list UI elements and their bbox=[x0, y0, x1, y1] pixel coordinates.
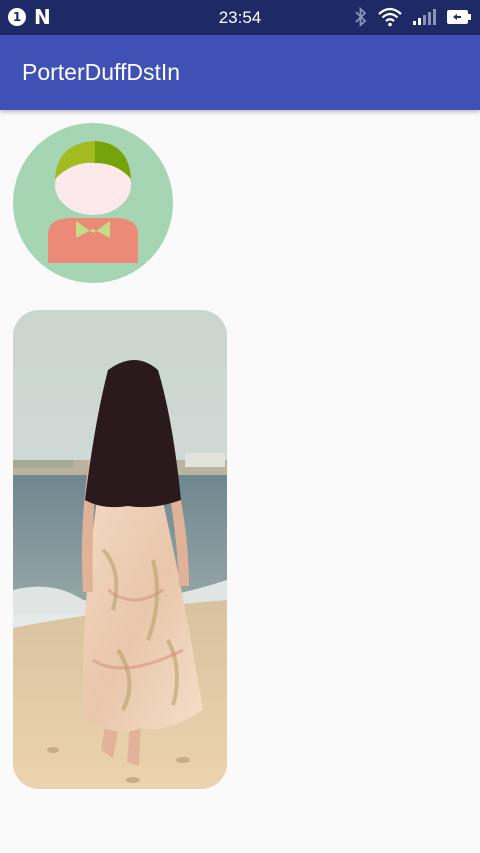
avatar-image bbox=[13, 123, 173, 283]
beach-photo bbox=[13, 310, 227, 789]
status-bar: 1 N 23:54 bbox=[0, 0, 480, 35]
beach-photo-illustration bbox=[13, 310, 227, 789]
battery-icon bbox=[447, 10, 471, 24]
cell-signal-icon bbox=[413, 9, 436, 25]
bluetooth-icon bbox=[355, 7, 367, 27]
avatar-shirt bbox=[48, 218, 138, 263]
avatar-illustration bbox=[13, 123, 173, 283]
app-bar: PorterDuffDstIn bbox=[0, 35, 480, 110]
status-right-icons bbox=[354, 7, 472, 27]
wifi-icon bbox=[378, 7, 402, 27]
app-title: PorterDuffDstIn bbox=[22, 59, 181, 85]
